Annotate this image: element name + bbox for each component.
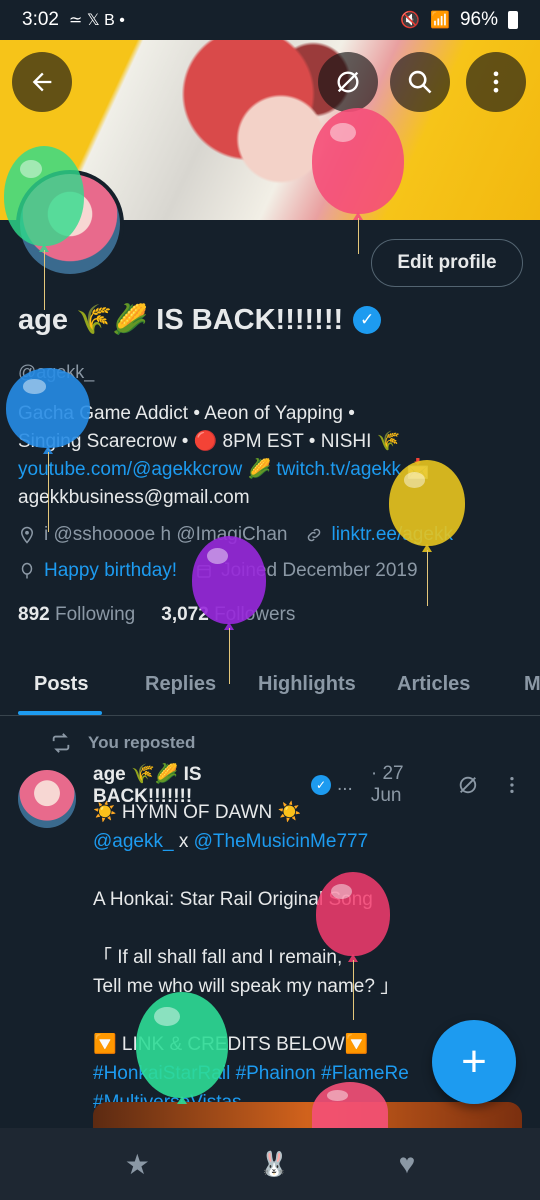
mention-separator: x xyxy=(173,831,194,852)
battery-icon xyxy=(508,11,518,29)
bottom-navigation: ★ 🐰 ♥ xyxy=(0,1128,540,1200)
following-link[interactable]: 892 Following xyxy=(18,604,135,626)
search-icon xyxy=(408,70,432,94)
following-label: Following xyxy=(54,604,136,625)
balloon-decoration xyxy=(6,368,90,448)
notification-icons: ≃ 𝕏 B • xyxy=(68,12,125,29)
balloon-decoration xyxy=(192,536,266,624)
balloon-decoration xyxy=(312,108,404,214)
no-image-button[interactable] xyxy=(318,52,378,112)
wifi-icon: 📶 xyxy=(430,12,450,29)
tab-posts[interactable]: Posts xyxy=(34,673,88,696)
heart-icon[interactable]: ♥ xyxy=(399,1148,416,1180)
bio-line: Singing Scarecrow • 🔴 8PM EST • NISHI 🌾 xyxy=(18,431,401,452)
following-count: 892 xyxy=(18,604,50,625)
status-bar: 3:02 ≃ 𝕏 B • 🔇 📶 96% xyxy=(0,0,540,40)
post-more-icon[interactable] xyxy=(501,774,523,796)
compose-post-button[interactable]: + xyxy=(432,1020,516,1104)
balloon-string xyxy=(48,452,49,532)
more-vertical-icon xyxy=(493,71,499,93)
birthday-link[interactable]: Happy birthday! xyxy=(44,560,177,582)
mention-link[interactable]: @agekk_ xyxy=(93,831,174,852)
battery-level: 96% xyxy=(459,9,498,30)
post-line: Tell me who will speak my name? 」 xyxy=(93,976,400,997)
link-icon xyxy=(308,528,321,542)
no-image-icon[interactable] xyxy=(457,774,479,796)
post-mentions-line: @agekk_ x @TheMusicinMe777 xyxy=(93,827,523,856)
arrow-left-icon xyxy=(32,72,52,92)
profile-tabs: Posts Replies Highlights Articles M xyxy=(0,656,540,716)
post-handle-truncated: ... xyxy=(337,774,353,795)
mention-link[interactable]: @TheMusicinMe777 xyxy=(194,831,369,852)
balloon-string xyxy=(427,550,428,606)
balloon-string xyxy=(353,960,354,1020)
mute-icon: 🔇 xyxy=(400,12,421,29)
post-author-avatar[interactable] xyxy=(18,770,76,828)
repost-icon xyxy=(52,733,70,753)
tab-media[interactable]: M xyxy=(524,673,540,696)
balloon-decoration xyxy=(389,460,465,546)
back-button[interactable] xyxy=(12,52,72,112)
repost-label: You reposted xyxy=(88,733,196,752)
star-icon[interactable]: ★ xyxy=(125,1148,150,1181)
balloon-string xyxy=(229,628,230,684)
balloon-string xyxy=(358,218,359,254)
more-button[interactable] xyxy=(466,52,526,112)
post-line: 「 If all shall fall and I remain, xyxy=(93,947,343,968)
tab-replies[interactable]: Replies xyxy=(145,673,216,696)
post-line: A Honkai: Star Rail Original Song xyxy=(93,889,373,910)
tab-articles[interactable]: Articles xyxy=(397,673,470,696)
balloon-decoration xyxy=(136,992,228,1098)
profile-display-name: age 🌾🌽 IS BACK!!!!!!! ✓ xyxy=(18,303,382,337)
location-pin-icon xyxy=(20,526,34,544)
tab-highlights[interactable]: Highlights xyxy=(258,673,356,696)
balloon-decoration xyxy=(316,872,390,956)
post-line: ☀️ HYMN OF DAWN ☀️ xyxy=(93,802,302,823)
profile-location: i @sshooooe h @ImagiChan xyxy=(44,524,288,545)
status-time: 3:02 xyxy=(22,9,59,30)
bio-emoji: 🌽 xyxy=(242,459,277,480)
edit-profile-button[interactable]: Edit profile xyxy=(371,239,523,287)
twitch-link[interactable]: twitch.tv/agekk xyxy=(276,459,401,480)
post-header: age 🌾🌽 IS BACK!!!!!!! ✓ ... · 27 Jun xyxy=(93,763,523,807)
no-image-icon xyxy=(337,71,359,93)
rabbit-icon[interactable]: 🐰 xyxy=(259,1150,289,1179)
verified-badge-icon: ✓ xyxy=(311,775,331,795)
balloon-decoration xyxy=(4,146,84,246)
bio-line: Gacha Game Addict • Aeon of Yapping • xyxy=(18,403,355,424)
balloon-icon xyxy=(21,562,33,579)
active-tab-indicator xyxy=(18,711,102,715)
repost-indicator: You reposted xyxy=(50,732,195,754)
search-button[interactable] xyxy=(390,52,450,112)
youtube-link[interactable]: youtube.com/@agekkcrow xyxy=(18,459,242,480)
balloon-string xyxy=(44,250,45,310)
display-name-text: age 🌾🌽 IS BACK!!!!!!! xyxy=(18,304,344,336)
verified-badge-icon: ✓ xyxy=(353,306,382,334)
